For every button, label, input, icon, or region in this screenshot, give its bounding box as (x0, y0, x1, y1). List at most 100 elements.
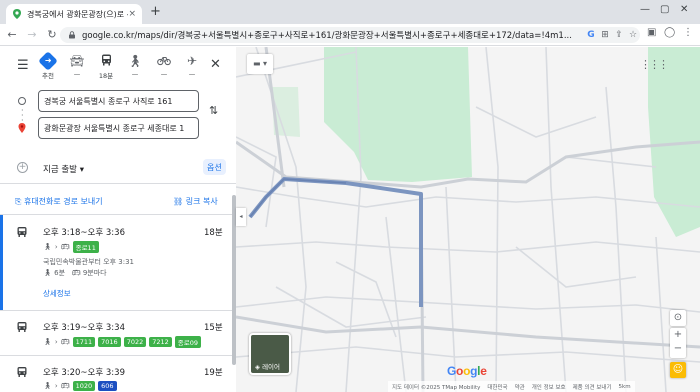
forward-icon[interactable]: → (24, 28, 40, 41)
send-to-phone-button[interactable]: ⎘ 휴대전화로 경로 보내기 (15, 196, 103, 207)
browser-toolbar: ← → ↻ google.co.kr/maps/dir/경복궁+서울특별시+종로… (0, 24, 700, 46)
mode-flight[interactable]: ✈︎ — (182, 54, 202, 78)
address-bar[interactable]: google.co.kr/maps/dir/경복궁+서울특별시+종로구+사직로+… (60, 27, 640, 43)
zoom-controls: + − (670, 328, 686, 358)
tab-title: 경복궁에서 광화문광장(으)로 - Go (27, 9, 128, 19)
map-layers-toggle[interactable]: ▬ ▾ (247, 54, 273, 74)
bus-line-badge: 7022 (123, 337, 147, 347)
divider (0, 183, 236, 184)
car-icon: 🚘︎ (69, 54, 85, 68)
route-walk-frequency: 🚶︎ 6분 🚌︎ 9분마다 (43, 268, 107, 278)
bus-icon (17, 322, 27, 332)
menu-kebab-icon[interactable]: ⋮ (683, 27, 693, 38)
map-canvas[interactable] (236, 47, 700, 392)
bus-line-badge: 1711 (72, 337, 96, 347)
bus-line-badge: 종로09 (174, 336, 202, 348)
route-duration: 18분 (204, 228, 223, 238)
copy-link-label: 링크 복사 (185, 197, 218, 206)
google-apps-icon[interactable]: ⋮⋮⋮ (640, 58, 669, 71)
attribution-terms[interactable]: 약관 (515, 383, 525, 391)
route-steps: 🚶︎ › 🚌︎ 1020 606 (43, 381, 117, 391)
route-option-2[interactable]: 오후 3:19~오후 3:34 15분 🚶︎ › 🚌︎ 1711 7016 70… (0, 311, 232, 355)
bus-icon: 🚌︎ (60, 243, 70, 251)
route-departure-info: 국립민속박물관부터 오후 3:31 (43, 258, 135, 266)
profile-icon[interactable]: ◯ (664, 27, 675, 38)
attribution-country[interactable]: 대한민국 (487, 383, 507, 391)
route-time: 오후 3:18~오후 3:36 (43, 228, 125, 238)
destination-pin-icon (18, 123, 26, 133)
route-time: 오후 3:19~오후 3:34 (43, 323, 125, 333)
reload-icon[interactable]: ↻ (44, 28, 60, 41)
add-destination-icon[interactable]: + (17, 162, 28, 173)
bus-icon: 🚌︎ (60, 382, 70, 390)
layers-button[interactable]: ◈ 레이어 (249, 333, 291, 375)
bus-line-badge: 7016 (98, 337, 121, 347)
map-graphic (236, 47, 700, 392)
tab-close-icon[interactable]: × (128, 9, 136, 19)
pegman-icon[interactable]: ☺ (670, 362, 686, 378)
mode-car[interactable]: 🚘︎ — (67, 54, 87, 78)
depart-now-dropdown[interactable]: 지금 출발 ▾ (43, 163, 84, 175)
walk-icon: 🚶︎ (127, 54, 143, 68)
sidebar-icon[interactable]: ▣ (647, 27, 656, 38)
mode-label: — (188, 70, 196, 78)
destination-input[interactable]: 광화문광장 서울특별시 종로구 세종대로 1 (38, 117, 199, 139)
route-time: 오후 3:20~오후 3:39 (43, 368, 125, 378)
swap-route-icon[interactable]: ⇅ (209, 104, 218, 117)
bus-line-badge: 606 (98, 381, 117, 391)
new-tab-button[interactable]: + (150, 5, 161, 18)
attribution-privacy[interactable]: 개인 정보 보호 (532, 383, 566, 391)
hamburger-menu-icon[interactable]: ☰ (17, 58, 29, 73)
route-duration: 15분 (204, 323, 223, 333)
google-lens-icon[interactable]: G (584, 30, 598, 40)
route-option-1[interactable]: 오후 3:18~오후 3:36 18분 🚶︎ › 🚌︎ 종로11 국립민속박물관… (0, 215, 232, 310)
chevron-right-icon: › (54, 382, 58, 390)
scale-label: 5km (618, 383, 631, 390)
back-icon[interactable]: ← (4, 28, 20, 41)
mode-label: 추천 (42, 72, 54, 80)
chevron-right-icon: › (54, 338, 58, 346)
origin-input[interactable]: 경복궁 서울특별시 종로구 사직로 161 (38, 90, 199, 112)
bus-icon: 🚌︎ (71, 269, 81, 277)
recommended-icon: ➜ (38, 51, 58, 71)
minimize-icon[interactable]: — (640, 4, 650, 15)
phone-send-icon: ⎘ (15, 197, 22, 206)
directions-panel: ☰ ➜ 추천 🚘︎ — 18분 🚶︎ — — ✈︎ — ✕ · · · 경복궁 … (0, 47, 236, 392)
close-window-icon[interactable]: ✕ (680, 4, 688, 15)
zoom-in-icon[interactable]: + (670, 328, 686, 342)
site-info-icon[interactable] (68, 31, 76, 39)
browser-tab-bar: 경복궁에서 광화문광장(으)로 - Go × + — ▢ ✕ (0, 0, 700, 24)
mode-walk[interactable]: 🚶︎ — (125, 54, 145, 78)
bus-icon (17, 367, 27, 377)
url-text[interactable]: google.co.kr/maps/dir/경복궁+서울특별시+종로구+사직로+… (82, 29, 584, 41)
bike-icon (154, 54, 174, 68)
bookmark-star-icon[interactable]: ☆ (626, 30, 640, 40)
my-location-button[interactable]: ⊙ (670, 310, 686, 326)
origin-dot-icon (18, 97, 26, 105)
bus-line-badge: 1020 (72, 381, 96, 391)
mode-bike[interactable]: — (154, 54, 174, 78)
zoom-out-icon[interactable]: − (670, 342, 686, 356)
attribution-feedback[interactable]: 제품 의견 보내기 (573, 383, 612, 391)
collapse-panel-icon[interactable]: ◂ (236, 208, 246, 226)
mode-recommended[interactable]: ➜ 추천 (38, 51, 58, 80)
mode-label: — (73, 70, 81, 78)
share-icon[interactable]: ⇪ (612, 30, 626, 40)
translate-icon[interactable]: ⊞ (598, 30, 612, 40)
mode-label: — (160, 70, 168, 78)
close-directions-icon[interactable]: ✕ (210, 57, 221, 72)
layers-label: ◈ 레이어 (255, 361, 280, 371)
options-button[interactable]: 옵션 (203, 159, 226, 175)
copy-link-button[interactable]: ⛓︎ 링크 복사 (173, 196, 218, 207)
chevron-right-icon: › (54, 243, 58, 251)
walk-time: 6분 (54, 269, 66, 277)
bus-icon: 🚌︎ (60, 338, 70, 346)
departure-row: + 지금 출발 ▾ 옵션 (0, 157, 236, 181)
maps-favicon-icon (13, 9, 21, 19)
bus-icon (17, 227, 27, 237)
route-details-link[interactable]: 상세정보 (43, 288, 71, 299)
mode-transit[interactable]: 18분 (96, 54, 116, 80)
browser-tab[interactable]: 경복궁에서 광화문광장(으)로 - Go × (6, 4, 142, 24)
restore-icon[interactable]: ▢ (660, 4, 669, 15)
route-option-3[interactable]: 오후 3:20~오후 3:39 19분 🚶︎ › 🚌︎ 1020 606 (0, 356, 232, 392)
